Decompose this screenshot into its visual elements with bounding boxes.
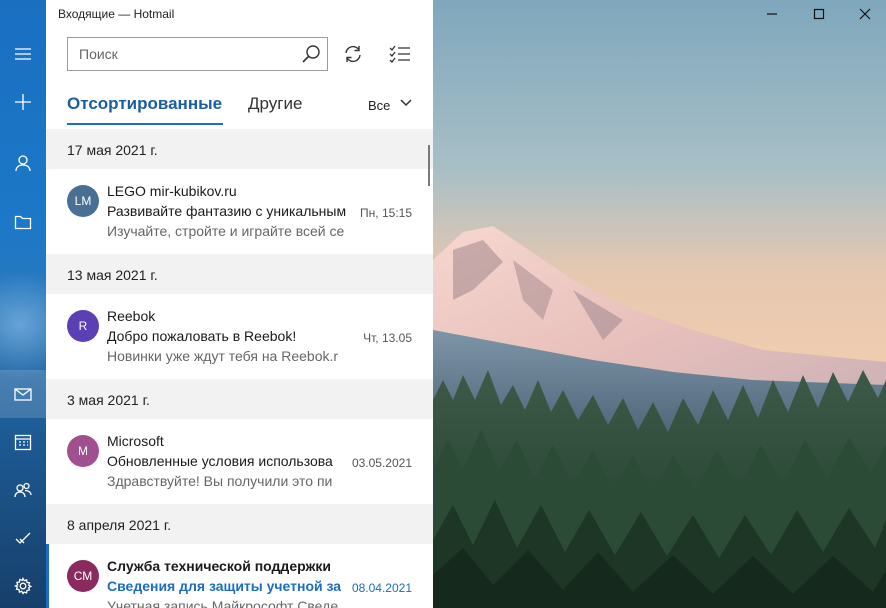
todo-button[interactable] bbox=[0, 514, 46, 562]
avatar: R bbox=[67, 310, 99, 342]
message-preview: Изучайте, стройте и играйте всей се bbox=[107, 223, 345, 239]
search-input[interactable] bbox=[68, 38, 288, 70]
search-icon[interactable] bbox=[301, 44, 321, 64]
date-group-header: 17 мая 2021 г. bbox=[46, 129, 433, 169]
person-icon bbox=[15, 155, 31, 172]
desktop-background bbox=[433, 0, 886, 608]
message-preview: Учетная запись Майкрософт Сведе bbox=[107, 598, 339, 608]
rail-background-mist bbox=[0, 270, 46, 380]
navigation-rail bbox=[0, 0, 46, 608]
message-date: 08.04.2021 bbox=[351, 581, 412, 595]
tab-focused[interactable]: Отсортированные bbox=[67, 94, 222, 114]
calendar-button[interactable] bbox=[0, 418, 46, 466]
minimize-icon[interactable] bbox=[764, 6, 780, 22]
menu-button[interactable] bbox=[0, 30, 46, 78]
message-preview: Здравствуйте! Вы получили это пи bbox=[107, 473, 333, 489]
message-item[interactable]: LM LEGO mir-kubikov.ru Развивайте фантаз… bbox=[46, 169, 433, 254]
message-date: Пн, 15:15 bbox=[360, 206, 412, 220]
mail-button[interactable] bbox=[0, 370, 46, 418]
close-icon[interactable] bbox=[857, 6, 873, 22]
new-mail-button[interactable] bbox=[0, 78, 46, 126]
message-scroll-area[interactable]: 17 мая 2021 г. LM LEGO mir-kubikov.ru Ра… bbox=[46, 129, 433, 608]
message-item-unread[interactable]: СМ Служба технической поддержки Сведения… bbox=[46, 544, 433, 608]
mountain-landscape-image bbox=[433, 0, 886, 608]
message-item[interactable]: R Reebok Добро пожаловать в Reebok! Нови… bbox=[46, 294, 433, 379]
message-subject: Обновленные условия использова bbox=[107, 453, 333, 469]
maximize-icon[interactable] bbox=[811, 6, 827, 22]
sync-icon[interactable] bbox=[342, 43, 364, 65]
scrollbar-thumb[interactable] bbox=[428, 145, 430, 186]
people-button[interactable] bbox=[0, 466, 46, 514]
message-item[interactable]: M Microsoft Обновленные условия использо… bbox=[46, 419, 433, 504]
calendar-icon bbox=[14, 434, 32, 451]
message-sender: LEGO mir-kubikov.ru bbox=[107, 183, 237, 199]
filter-dropdown[interactable]: Все bbox=[368, 98, 390, 113]
checkmark-icon bbox=[15, 532, 31, 544]
mail-icon bbox=[14, 388, 32, 401]
chevron-down-icon[interactable] bbox=[399, 97, 413, 109]
message-sender: Reebok bbox=[107, 308, 156, 324]
message-sender: Microsoft bbox=[107, 433, 164, 449]
message-subject: Развивайте фантазию с уникальным bbox=[107, 203, 347, 219]
window-title: Входящие — Hotmail bbox=[58, 7, 175, 21]
date-group-header: 8 апреля 2021 г. bbox=[46, 504, 433, 544]
avatar: M bbox=[67, 435, 99, 467]
settings-button[interactable] bbox=[0, 562, 46, 608]
message-subject: Добро пожаловать в Reebok! bbox=[107, 328, 297, 344]
hamburger-icon bbox=[15, 48, 31, 60]
message-sender: Служба технической поддержки bbox=[107, 558, 332, 574]
date-group-header: 13 мая 2021 г. bbox=[46, 254, 433, 294]
folders-button[interactable] bbox=[0, 198, 46, 246]
message-subject: Сведения для защиты учетной за bbox=[107, 578, 342, 594]
plus-icon bbox=[15, 94, 31, 110]
active-tab-indicator bbox=[67, 123, 223, 125]
avatar: LM bbox=[67, 185, 99, 217]
folder-icon bbox=[14, 215, 32, 230]
people-icon bbox=[14, 482, 32, 498]
message-list-pane: Входящие — Hotmail Отсортированные Други… bbox=[46, 0, 433, 608]
select-mode-icon[interactable] bbox=[389, 44, 411, 64]
gear-icon bbox=[14, 577, 32, 595]
tab-other[interactable]: Другие bbox=[248, 94, 302, 114]
message-preview: Новинки уже ждут тебя на Reebok.r bbox=[107, 348, 339, 364]
avatar: СМ bbox=[67, 560, 99, 592]
date-group-header: 3 мая 2021 г. bbox=[46, 379, 433, 419]
accounts-button[interactable] bbox=[0, 139, 46, 187]
message-date: Чт, 13.05 bbox=[363, 331, 412, 345]
search-box[interactable] bbox=[67, 37, 328, 71]
message-date: 03.05.2021 bbox=[351, 456, 412, 470]
